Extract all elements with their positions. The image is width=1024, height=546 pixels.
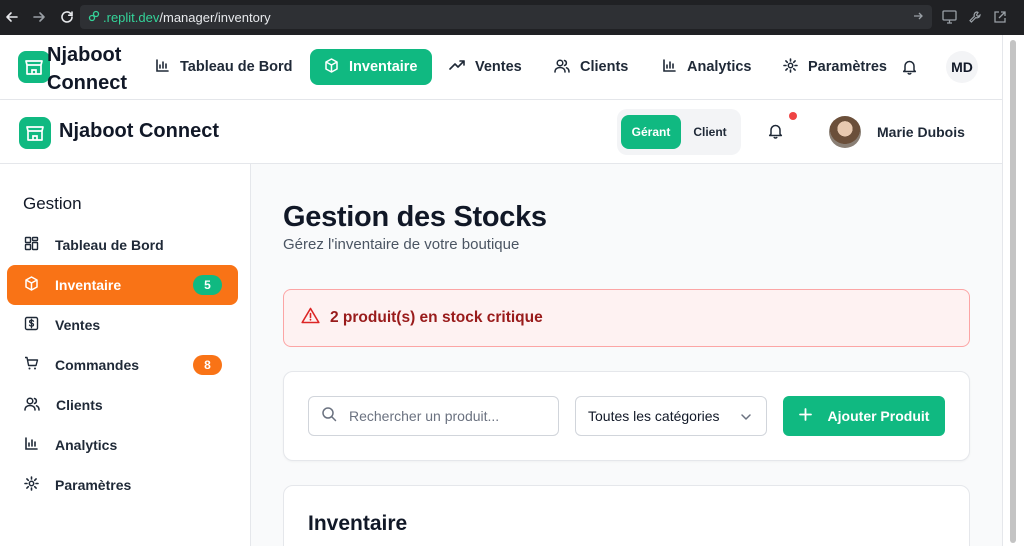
user-name[interactable]: Marie Dubois	[877, 124, 965, 140]
user-avatar[interactable]	[829, 116, 861, 148]
package-icon	[24, 276, 55, 294]
filter-card: Toutes les catégories Ajouter Produit	[283, 371, 970, 461]
count-badge: 8	[193, 355, 222, 375]
nav-analytics[interactable]: Analytics	[662, 49, 751, 85]
browser-toolbar: .replit.dev/manager/inventory	[0, 0, 1024, 35]
plus-icon	[798, 408, 828, 424]
avatar[interactable]: MD	[946, 51, 978, 83]
add-product-button[interactable]: Ajouter Produit	[783, 396, 945, 436]
count-badge: 5	[193, 275, 222, 295]
nav-label: Inventaire	[349, 59, 418, 75]
page-title: Gestion des Stocks	[283, 201, 547, 233]
monitor-icon[interactable]	[941, 9, 957, 25]
chevron-down-icon	[740, 410, 752, 426]
toggle-gerant[interactable]: Gérant	[621, 115, 681, 149]
sidebar-item-parametres[interactable]: Paramètres	[7, 465, 238, 505]
nav-label: Clients	[580, 59, 629, 75]
back-arrow-icon[interactable]	[4, 9, 20, 25]
page-subtitle: Gérez l'inventaire de votre boutique	[283, 236, 520, 253]
bar-chart-icon	[24, 436, 55, 454]
category-select-value: Toutes les catégories	[588, 408, 720, 424]
address-bar[interactable]: .replit.dev/manager/inventory	[80, 5, 932, 29]
stock-alert: 2 produit(s) en stock critique	[283, 289, 970, 347]
sidebar-item-label: Commandes	[55, 357, 140, 373]
sidebar: Gestion Tableau de Bord Inventaire 5 Ven…	[0, 164, 251, 546]
inventory-card: Inventaire	[283, 485, 970, 546]
sidebar-item-ventes[interactable]: Ventes	[7, 305, 238, 345]
category-select[interactable]: Toutes les catégories	[575, 396, 767, 436]
nav-label: Ventes	[475, 59, 522, 75]
url-path: /manager/inventory	[159, 9, 271, 25]
go-arrow-icon[interactable]	[912, 10, 924, 25]
store-logo-icon	[19, 117, 51, 149]
sidebar-item-commandes[interactable]: Commandes 8	[7, 345, 238, 385]
main-content: Gestion des Stocks Gérez l'inventaire de…	[251, 164, 1002, 546]
inventory-title: Inventaire	[308, 512, 408, 535]
sidebar-item-label: Paramètres	[55, 477, 132, 493]
nav-clients[interactable]: Clients	[554, 49, 628, 85]
sidebar-item-label: Tableau de Bord	[55, 237, 164, 253]
warning-icon	[301, 307, 320, 329]
sidebar-item-clients[interactable]: Clients	[7, 385, 238, 425]
sidebar-item-tableau-de-bord[interactable]: Tableau de Bord	[7, 225, 238, 265]
gear-icon	[783, 57, 808, 77]
bar-chart-icon	[155, 58, 180, 77]
sidebar-item-inventaire[interactable]: Inventaire 5	[7, 265, 238, 305]
brand-name[interactable]: Njaboot Connect	[47, 41, 137, 97]
nav-parametres[interactable]: Paramètres	[783, 49, 887, 85]
search-box	[308, 396, 559, 436]
toggle-client[interactable]: Client	[685, 115, 735, 149]
sidebar-item-label: Inventaire	[55, 277, 122, 293]
bell-icon[interactable]	[902, 59, 917, 80]
nav-label: Paramètres	[808, 59, 887, 75]
nav-tableau-de-bord[interactable]: Tableau de Bord	[155, 49, 293, 85]
dollar-icon	[24, 316, 55, 334]
wrench-icon[interactable]	[967, 9, 983, 25]
package-icon	[324, 57, 349, 77]
sidebar-item-label: Clients	[56, 397, 103, 413]
cart-icon	[24, 356, 55, 374]
app-header: Njaboot Connect Gérant Client Marie Dubo…	[0, 100, 1002, 164]
search-input[interactable]	[349, 408, 539, 424]
gear-icon	[24, 476, 55, 494]
users-icon	[554, 58, 580, 77]
alert-text: 2 produit(s) en stock critique	[330, 309, 543, 326]
notification-dot	[789, 112, 797, 120]
sidebar-item-label: Ventes	[55, 317, 101, 333]
header-brand-name: Njaboot Connect	[59, 120, 219, 142]
dashboard-grid-icon	[24, 236, 55, 254]
nav-inventaire[interactable]: Inventaire	[310, 49, 432, 85]
store-logo-icon[interactable]	[18, 51, 50, 83]
sidebar-item-label: Analytics	[55, 437, 118, 453]
top-navigation: Njaboot Connect Tableau de Bord Inventai…	[0, 35, 1002, 100]
role-toggle: Gérant Client	[617, 109, 741, 155]
users-icon	[24, 396, 56, 414]
nav-label: Analytics	[687, 59, 752, 75]
trending-up-icon	[449, 58, 475, 77]
reload-icon[interactable]	[59, 9, 75, 25]
sidebar-item-analytics[interactable]: Analytics	[7, 425, 238, 465]
url-host: .replit.dev	[103, 9, 160, 25]
external-link-icon[interactable]	[992, 9, 1008, 25]
app-window: Njaboot Connect Tableau de Bord Inventai…	[0, 35, 1002, 546]
add-product-label: Ajouter Produit	[827, 408, 930, 424]
search-icon	[321, 406, 337, 427]
nav-ventes[interactable]: Ventes	[449, 49, 522, 85]
nav-label: Tableau de Bord	[180, 59, 293, 75]
forward-arrow-icon[interactable]	[31, 9, 47, 25]
link-icon	[88, 10, 100, 25]
scrollbar-thumb[interactable]	[1010, 40, 1016, 543]
bar-chart-icon	[662, 58, 687, 77]
sidebar-title: Gestion	[23, 194, 82, 213]
notification-bell-icon[interactable]	[768, 123, 783, 144]
